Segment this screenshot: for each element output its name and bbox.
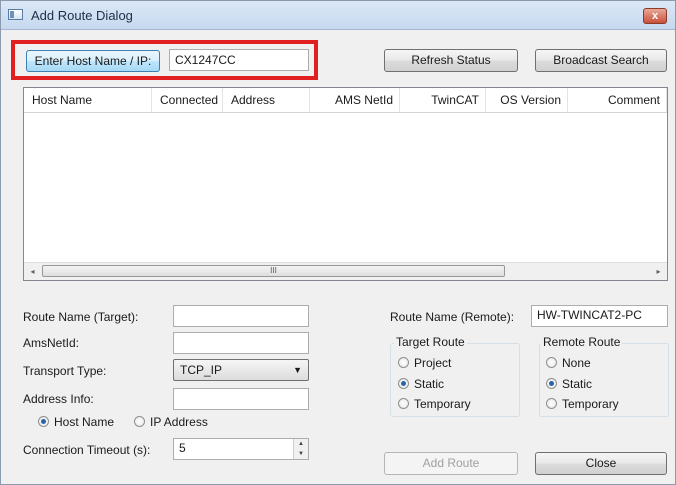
target-static-label: Static (414, 377, 445, 391)
target-temporary-label: Temporary (414, 397, 471, 411)
column-address[interactable]: Address (223, 88, 310, 112)
host-name-radio[interactable]: Host Name (38, 415, 114, 429)
route-name-remote-input[interactable]: HW-TWINCAT2-PC (531, 305, 668, 327)
column-connected[interactable]: Connected (152, 88, 223, 112)
highlight-box (11, 40, 318, 80)
remote-route-static-radio[interactable]: Static (546, 377, 592, 391)
remote-route-title: Remote Route (541, 335, 623, 349)
radio-selected-icon (38, 416, 49, 427)
spin-up-icon[interactable]: ▲ (294, 439, 308, 449)
transport-type-select[interactable]: TCP_IP ▼ (173, 359, 309, 381)
route-name-target-input[interactable] (173, 305, 309, 327)
connection-timeout-input[interactable]: 5 ▲ ▼ (173, 438, 309, 460)
radio-unselected-icon (134, 416, 145, 427)
column-host-name[interactable]: Host Name (24, 88, 152, 112)
refresh-status-button[interactable]: Refresh Status (384, 49, 518, 72)
remote-route-none-radio[interactable]: None (546, 356, 591, 370)
target-route-temporary-radio[interactable]: Temporary (398, 397, 471, 411)
spin-down-icon[interactable]: ▼ (294, 449, 308, 459)
column-ams-netid[interactable]: AMS NetId (310, 88, 400, 112)
window-icon (8, 9, 23, 20)
remote-none-label: None (562, 356, 591, 370)
scroll-left-icon[interactable]: ◂ (24, 263, 41, 280)
window-title: Add Route Dialog (31, 8, 133, 23)
chevron-down-icon: ▼ (293, 365, 302, 375)
host-list[interactable]: Host Name Connected Address AMS NetId Tw… (23, 87, 668, 281)
connection-timeout-label: Connection Timeout (s): (23, 443, 151, 457)
remote-static-label: Static (562, 377, 593, 391)
radio-unselected-icon (398, 357, 409, 368)
transport-type-label: Transport Type: (23, 364, 107, 378)
remote-route-temporary-radio[interactable]: Temporary (546, 397, 619, 411)
address-info-input[interactable] (173, 388, 309, 410)
transport-type-value: TCP_IP (180, 363, 223, 377)
radio-selected-icon (546, 378, 557, 389)
radio-selected-icon (398, 378, 409, 389)
column-comment[interactable]: Comment (568, 88, 667, 112)
broadcast-search-button[interactable]: Broadcast Search (535, 49, 667, 72)
route-name-target-label: Route Name (Target): (23, 310, 139, 324)
remote-temporary-label: Temporary (562, 397, 619, 411)
scrollbar-thumb[interactable]: III (42, 265, 505, 277)
close-window-button[interactable]: x (643, 8, 667, 24)
ip-address-radio[interactable]: IP Address (134, 415, 208, 429)
radio-unselected-icon (398, 398, 409, 409)
add-route-button[interactable]: Add Route (384, 452, 518, 475)
horizontal-scrollbar[interactable]: ◂ III ▸ (24, 262, 667, 280)
amsnetid-input[interactable] (173, 332, 309, 354)
connection-timeout-value: 5 (179, 441, 186, 455)
add-route-dialog: Add Route Dialog x Enter Host Name / IP:… (0, 0, 676, 485)
title-bar[interactable]: Add Route Dialog x (1, 1, 675, 30)
radio-unselected-icon (546, 357, 557, 368)
timeout-spinner[interactable]: ▲ ▼ (293, 439, 308, 459)
amsnetid-label: AmsNetId: (23, 336, 80, 350)
close-button[interactable]: Close (535, 452, 667, 475)
target-project-label: Project (414, 356, 452, 370)
column-os-version[interactable]: OS Version (486, 88, 568, 112)
column-twincat[interactable]: TwinCAT (400, 88, 486, 112)
ip-address-radio-label: IP Address (150, 415, 208, 429)
host-name-radio-label: Host Name (54, 415, 115, 429)
target-route-static-radio[interactable]: Static (398, 377, 444, 391)
target-route-project-radio[interactable]: Project (398, 356, 451, 370)
address-info-label: Address Info: (23, 392, 94, 406)
radio-unselected-icon (546, 398, 557, 409)
target-route-title: Target Route (394, 335, 467, 349)
route-name-remote-label: Route Name (Remote): (390, 310, 515, 324)
list-header: Host Name Connected Address AMS NetId Tw… (24, 88, 667, 113)
scroll-right-icon[interactable]: ▸ (650, 263, 667, 280)
